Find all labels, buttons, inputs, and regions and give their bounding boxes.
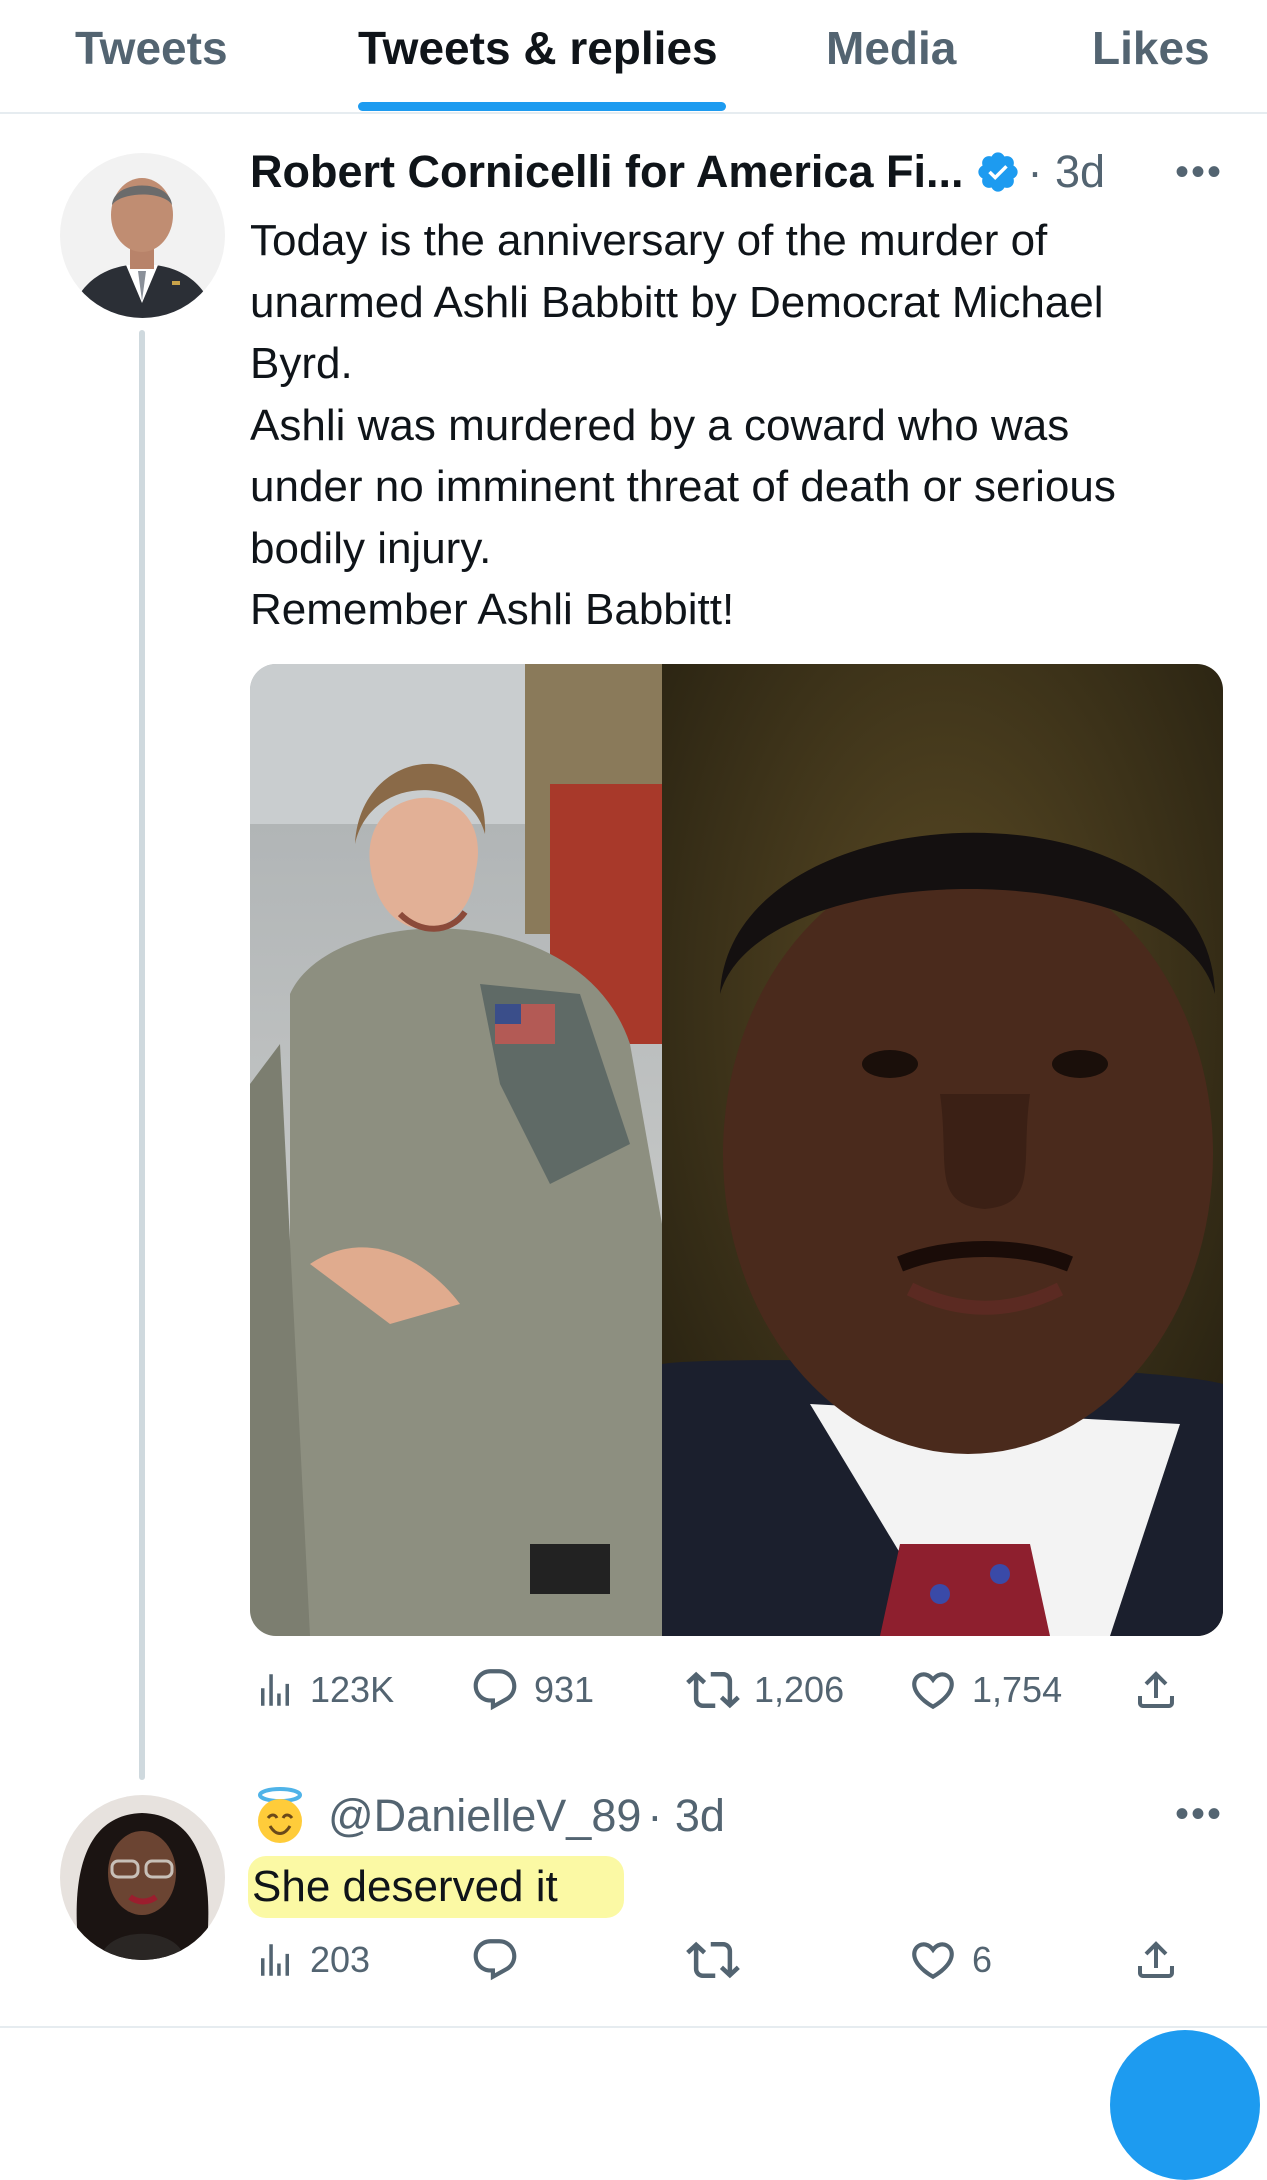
share-icon	[1138, 1671, 1174, 1708]
tweet-text-line: bodily injury.	[250, 523, 492, 573]
photo-left	[250, 664, 662, 1636]
share-button[interactable]	[1132, 1662, 1180, 1718]
reply-header: @DanielleV_89 · 3d	[250, 1784, 725, 1848]
reply-like-button[interactable]: 6	[908, 1932, 992, 1988]
reply-views-button[interactable]: 203	[254, 1932, 370, 1988]
reply-reply-button[interactable]	[470, 1932, 520, 1988]
tweet-text-line: under no imminent threat of death or ser…	[250, 462, 1116, 511]
angel-emoji-icon	[258, 1787, 302, 1843]
tweet-text: Today is the anniversary of the murder o…	[250, 210, 1230, 641]
reply-more-options-icon[interactable]: •••	[1175, 1792, 1223, 1837]
reply-count: 931	[534, 1669, 595, 1710]
photo-right	[662, 664, 1223, 1636]
tweet-text-line: Remember Ashli Babbitt!	[250, 585, 735, 634]
tab-likes[interactable]: Likes	[1092, 18, 1210, 78]
views-icon	[261, 1944, 289, 1976]
views-button[interactable]: 123K	[254, 1662, 394, 1718]
author-avatar[interactable]	[60, 153, 225, 318]
heart-icon	[912, 1942, 954, 1980]
reply-text: She deserved it	[248, 1856, 624, 1918]
reply-timestamp[interactable]: · 3d	[647, 1790, 725, 1842]
reply-button[interactable]: 931	[470, 1662, 594, 1718]
reply-icon	[473, 1939, 517, 1981]
tweet-text-line: Today is the anniversary of the murder o…	[250, 216, 1048, 265]
tab-tweets[interactable]: Tweets	[75, 18, 228, 78]
tweet-text-line: unarmed Ashli Babbitt by Democrat Michae…	[250, 277, 1104, 327]
views-icon	[261, 1674, 289, 1706]
reply-retweet-button[interactable]	[686, 1932, 740, 1988]
share-icon	[1138, 1941, 1174, 1978]
heart-icon	[912, 1672, 954, 1710]
like-button[interactable]: 1,754	[908, 1662, 1062, 1718]
reply-views-count: 203	[310, 1939, 371, 1980]
tweet-header: Robert Cornicelli for America Fi... · 3d	[250, 142, 1105, 202]
reply-share-button[interactable]	[1132, 1932, 1180, 1988]
retweet-icon	[686, 1671, 740, 1709]
views-count: 123K	[310, 1669, 395, 1710]
more-options-icon[interactable]: •••	[1175, 150, 1223, 195]
retweet-button[interactable]: 1,206	[686, 1662, 844, 1718]
reply-like-count: 6	[972, 1939, 993, 1980]
reply-handle[interactable]: @DanielleV_89	[328, 1790, 641, 1842]
tweet-media[interactable]	[250, 664, 1223, 1636]
author-name[interactable]: Robert Cornicelli for America Fi...	[250, 146, 963, 198]
profile-tabs: Tweets Tweets & replies Media Likes	[0, 0, 1267, 114]
retweet-icon	[686, 1941, 740, 1979]
tweet-divider	[0, 2026, 1267, 2028]
verified-badge-icon	[978, 152, 1019, 192]
tab-media[interactable]: Media	[826, 18, 956, 78]
tweet-text-line: Ashli was murdered by a coward who was	[250, 400, 1070, 450]
retweet-count: 1,206	[754, 1669, 845, 1710]
tweet-text-line: Byrd.	[250, 339, 353, 388]
compose-tweet-button[interactable]	[1110, 2030, 1260, 2180]
tab-tweets-and-replies[interactable]: Tweets & replies	[358, 18, 718, 78]
tweet-timestamp[interactable]: · 3d	[1027, 146, 1105, 198]
active-tab-indicator	[358, 102, 726, 111]
thread-connector-line	[139, 330, 145, 1780]
reply-author-avatar[interactable]	[60, 1795, 225, 1960]
like-count: 1,754	[972, 1669, 1063, 1710]
reply-icon	[473, 1669, 517, 1711]
